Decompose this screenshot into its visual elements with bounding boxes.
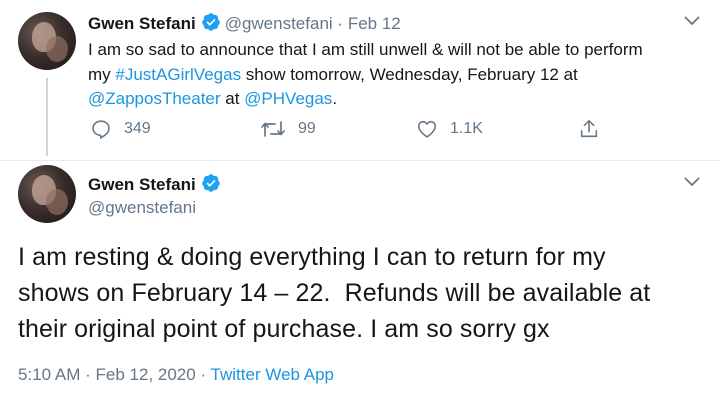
retweet-count: 99 [298,120,316,137]
source-link[interactable]: Twitter Web App [211,365,334,384]
chevron-down-icon[interactable] [684,16,700,26]
tweet-full-date[interactable]: Feb 12, 2020 [96,365,196,384]
retweet-button[interactable]: 99 [260,118,316,140]
tweet-text-line: I am resting & doing everything I can to… [18,243,606,271]
mention-link-phvegas[interactable]: @PHVegas [244,89,332,108]
author-name[interactable]: Gwen Stefani [88,175,196,194]
heart-icon [417,120,437,138]
author-handle[interactable]: @gwenstefani [88,197,196,219]
text-segment: . [332,89,338,108]
chevron-down-icon[interactable] [684,177,700,187]
tweet-date[interactable]: Feb 12 [348,14,401,33]
separator: · [337,14,344,33]
like-count: 1.1K [450,120,483,137]
author-name[interactable]: Gwen Stefani [88,14,196,33]
verified-badge-icon [201,12,221,38]
thread-connector-line [46,78,48,156]
avatar[interactable] [18,165,76,223]
avatar[interactable] [18,12,76,70]
retweet-icon [261,121,285,137]
tweet-parent[interactable]: Gwen Stefani @gwenstefani · Feb 12 I am s… [0,0,720,160]
tweet-header: Gwen Stefani [88,173,225,199]
tweet-text: I am so sad to announce that I am still … [88,38,708,112]
separator: · [200,365,207,384]
tweet-text-line: my #JustAGirlVegas show tomorrow, Wednes… [88,63,708,88]
reply-button[interactable]: 349 [90,118,151,140]
tweet-metadata: 5:10 AM · Feb 12, 2020 · Twitter Web App [18,364,334,386]
mention-link-zapposheater[interactable]: @ZapposTheater [88,89,221,108]
tweet-actions: 349 99 1.1K [88,118,648,142]
tweet-text-line: I am so sad to announce that I am still … [88,40,643,59]
author-handle[interactable]: @gwenstefani [225,14,333,33]
tweet-time[interactable]: 5:10 AM [18,365,80,384]
verified-badge-icon [201,173,221,199]
tweet-text-line: their original point of purchase. I am s… [18,315,550,343]
text-segment: show tomorrow, Wednesday, February 12 at [241,64,578,84]
tweet-text-line: shows on February 14 – 22. Refunds will … [18,279,651,307]
tweet-text-line: @ZapposTheater at @PHVegas. [88,87,708,112]
reply-icon [92,120,110,139]
reply-count: 349 [124,120,151,137]
text-segment: at [220,89,245,108]
share-button[interactable] [578,118,600,140]
like-button[interactable]: 1.1K [416,118,483,140]
tweet-text: I am resting & doing everything I can to… [18,239,718,347]
tweet-header: Gwen Stefani @gwenstefani · Feb 12 [88,12,401,38]
text-segment: my [88,64,116,84]
separator: · [85,365,91,384]
hashtag-link[interactable]: #JustAGirlVegas [115,65,241,84]
tweet-focused[interactable]: Gwen Stefani @gwenstefani I am resting &… [0,160,720,403]
share-icon [580,119,598,138]
